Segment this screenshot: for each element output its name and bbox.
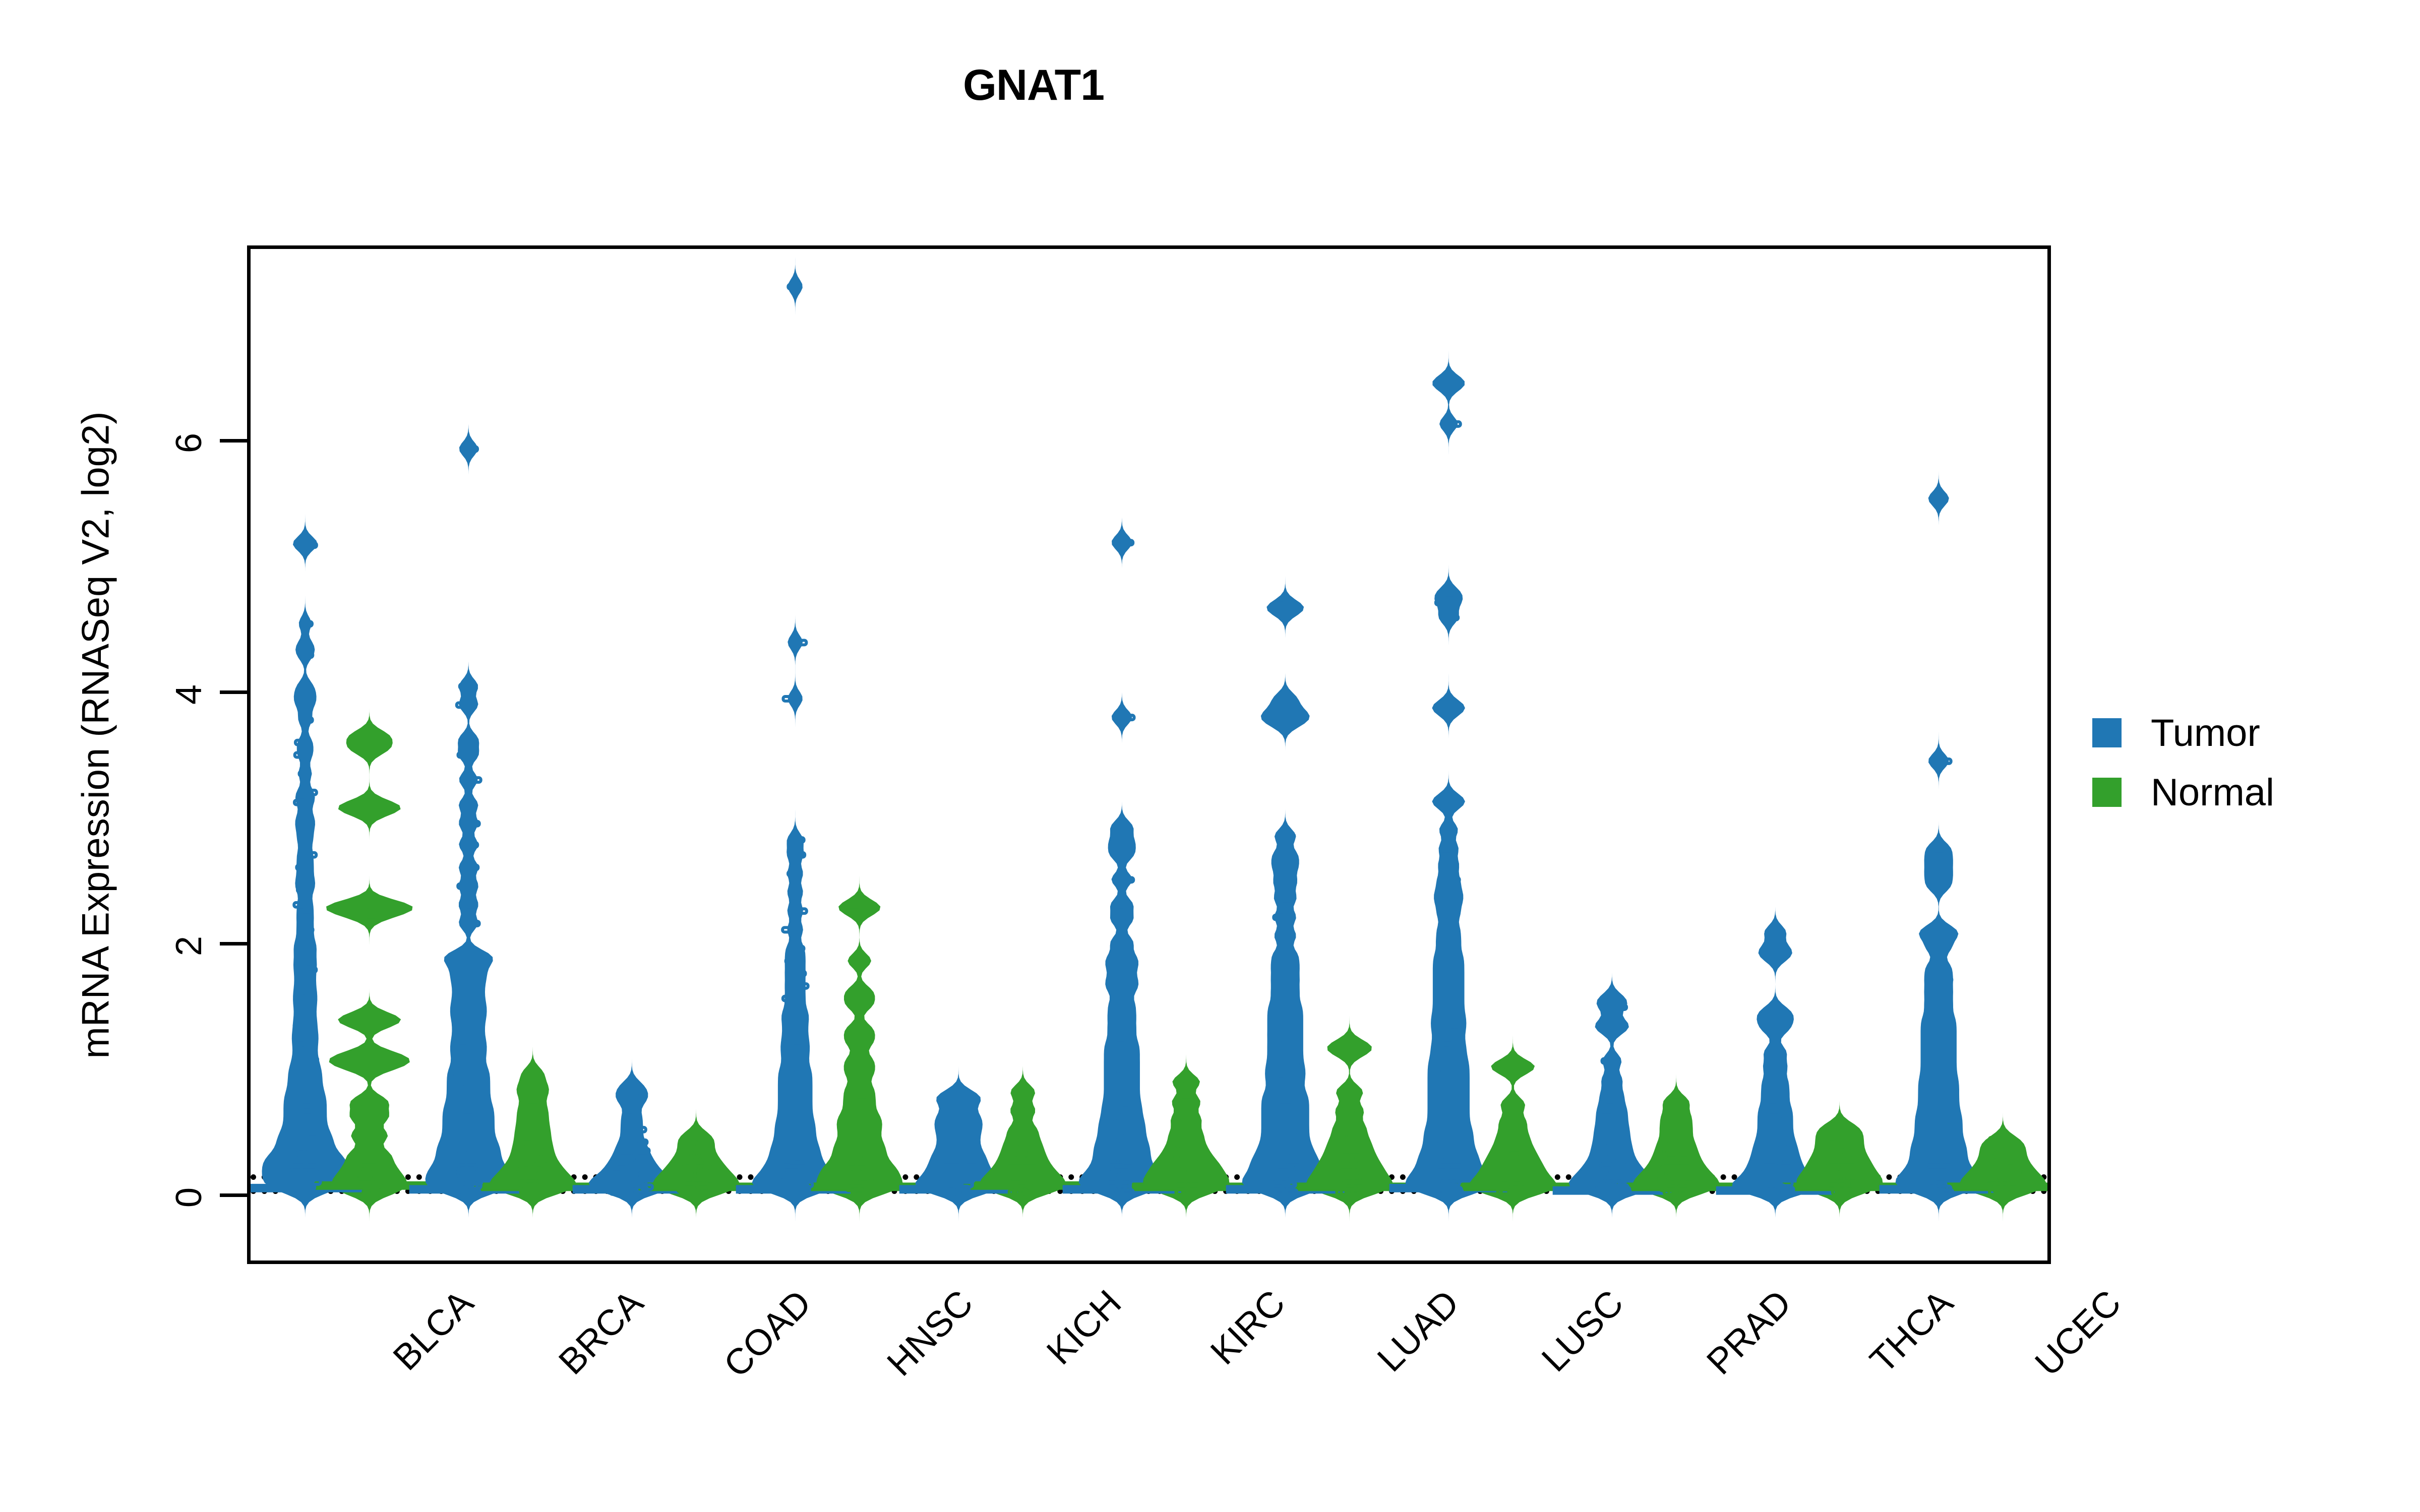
legend-swatch-tumor [2092,718,2122,747]
plot-area [247,245,2051,1264]
legend-item-tumor[interactable]: Tumor [2092,703,2274,763]
y-tick-label: 0 [169,1187,209,1208]
violin-normal-coad [653,253,740,1261]
violin-normal-thca [1796,253,1883,1261]
y-tick-mark [220,1193,247,1197]
x-tick-label-kirc: KIRC [1203,1282,1293,1372]
x-tick-label-ucec: UCEC [2027,1282,2129,1384]
violin-normal-blca [326,253,413,1261]
violin-normal-hnsc [816,253,903,1261]
violin-normal-lusc [1470,253,1556,1261]
x-tick-label-hnsc: HNSC [879,1282,981,1384]
page-title: GNAT1 [962,61,1105,109]
y-axis-label: mRNA Expression (RNASeq V2, log2) [74,411,117,1059]
legend: Tumor Normal [2092,703,2274,822]
y-tick-mark [220,941,247,946]
y-tick-label: 2 [169,935,209,956]
x-tick-label-coad: COAD [716,1282,819,1385]
violin-tumor-lusc [1405,253,1492,1261]
x-tick-label-prad: PRAD [1699,1282,1799,1382]
violin-normal-prad [1633,253,1720,1261]
legend-item-normal[interactable]: Normal [2092,763,2274,822]
y-tick-mark [220,690,247,694]
legend-swatch-normal [2092,778,2122,807]
legend-label-normal: Normal [2151,771,2274,814]
y-tick-mark [220,438,247,443]
violin-series-layer [251,253,2047,1261]
x-tick-label-luad: LUAD [1370,1282,1467,1380]
violin-tumor-coad [588,253,675,1261]
x-tick-label-kich: KICH [1039,1282,1129,1372]
y-tick-label: 4 [169,684,209,705]
y-tick-label: 6 [169,432,209,453]
legend-label-tumor: Tumor [2151,711,2260,754]
violin-normal-kirc [1143,253,1230,1261]
chart-root: GNAT1 mRNA Expression (RNASeq V2, log2) … [0,0,2420,1512]
x-tick-label-lusc: LUSC [1534,1282,1631,1380]
violin-normal-ucec [1960,253,2046,1261]
violin-tumor-kich [915,253,1002,1261]
x-tick-label-blca: BLCA [385,1282,481,1378]
x-tick-label-brca: BRCA [551,1282,651,1382]
x-tick-label-thca: THCA [1862,1282,1961,1381]
